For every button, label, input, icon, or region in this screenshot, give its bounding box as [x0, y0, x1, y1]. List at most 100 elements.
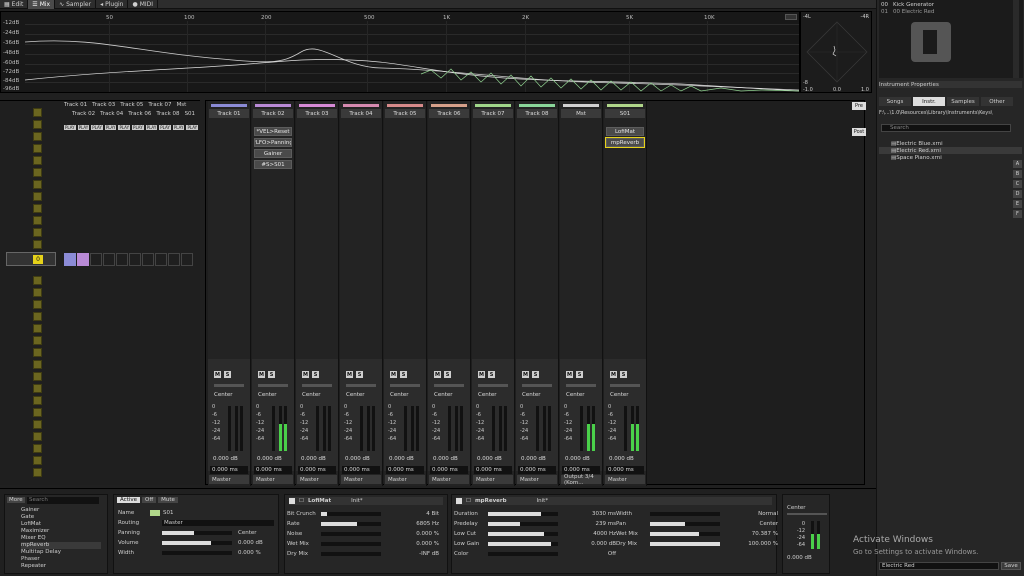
- mute-button[interactable]: M: [258, 371, 265, 378]
- device-list-item[interactable]: Mixer EQ: [21, 535, 101, 542]
- routing-select[interactable]: Master: [341, 475, 381, 484]
- pan-slider[interactable]: [610, 384, 640, 387]
- mute-button[interactable]: M: [302, 371, 309, 378]
- device-list-item[interactable]: Multitap Delay: [21, 549, 101, 556]
- device-slot[interactable]: *VEL>Reset: [254, 127, 292, 136]
- routing-select[interactable]: Master: [605, 475, 645, 484]
- fader-track[interactable]: [492, 406, 495, 451]
- solo-button[interactable]: S: [532, 371, 539, 378]
- solo-button[interactable]: S: [312, 371, 319, 378]
- param-slider[interactable]: [488, 552, 558, 556]
- play-button[interactable]: PLAY: [104, 125, 117, 130]
- solo-button[interactable]: S: [444, 371, 451, 378]
- save-button[interactable]: Save: [1001, 562, 1021, 570]
- tab-samples[interactable]: Samples: [947, 97, 979, 106]
- param-slider[interactable]: [321, 552, 381, 556]
- fader-track[interactable]: [624, 406, 627, 451]
- routing-select[interactable]: Master: [253, 475, 293, 484]
- pan-slider[interactable]: [214, 384, 244, 387]
- instrument-item[interactable]: 01 00 Electric Red: [881, 8, 1021, 15]
- delay-field[interactable]: 0.000 ms: [210, 466, 248, 474]
- track-name[interactable]: Mst: [561, 109, 601, 118]
- scrollbar[interactable]: [1013, 0, 1019, 78]
- param-slider[interactable]: [488, 522, 558, 526]
- track-name[interactable]: Track 05: [385, 109, 425, 118]
- fader-track[interactable]: [272, 406, 275, 451]
- device-list-item[interactable]: Maximizer: [21, 528, 101, 535]
- more-button[interactable]: More: [7, 497, 25, 503]
- solo-button[interactable]: S: [576, 371, 583, 378]
- delay-field[interactable]: 0.000 ms: [430, 466, 468, 474]
- param-slider[interactable]: [650, 532, 720, 536]
- device-list-item[interactable]: LofiMat: [21, 521, 101, 528]
- delay-field[interactable]: 0.000 ms: [474, 466, 512, 474]
- mute-button[interactable]: M: [478, 371, 485, 378]
- mute-button[interactable]: M: [434, 371, 441, 378]
- mute-button[interactable]: M: [566, 371, 573, 378]
- track-name[interactable]: Track 04: [341, 109, 381, 118]
- play-button[interactable]: PLAY: [159, 125, 171, 130]
- tab-sampler[interactable]: ∿ Sampler: [55, 0, 97, 9]
- pre-button[interactable]: Pre: [852, 102, 866, 110]
- pan-slider[interactable]: [522, 384, 552, 387]
- param-slider[interactable]: [650, 522, 720, 526]
- delay-field[interactable]: 0.000 ms: [342, 466, 380, 474]
- spectrum-menu-button[interactable]: [785, 14, 797, 20]
- routing-select[interactable]: Master: [209, 475, 249, 484]
- track-name[interactable]: Track 07: [473, 109, 513, 118]
- tab-plugin[interactable]: ◂ Plugin: [96, 0, 129, 9]
- file-item[interactable]: ▤ Electric Red.xrni: [879, 147, 1022, 154]
- tab-edit[interactable]: ▦ Edit: [0, 0, 29, 9]
- fader-track[interactable]: [580, 406, 583, 451]
- letter-button-c[interactable]: C: [1013, 180, 1022, 188]
- device-list-item[interactable]: Repeater: [21, 563, 101, 570]
- routing-select[interactable]: Master: [297, 475, 337, 484]
- file-item[interactable]: ▤ Space Piano.xrni: [879, 154, 1022, 161]
- device-search-input[interactable]: Search: [27, 497, 99, 504]
- tab-instruments[interactable]: Instr.: [913, 97, 945, 106]
- mute-button[interactable]: M: [610, 371, 617, 378]
- param-slider[interactable]: [650, 542, 720, 546]
- mute-button[interactable]: M: [390, 371, 397, 378]
- routing-select[interactable]: Master: [162, 520, 274, 526]
- track-name[interactable]: Track 03: [297, 109, 337, 118]
- fader-track[interactable]: [404, 406, 407, 451]
- browser-search-input[interactable]: Search: [881, 124, 1011, 132]
- post-button[interactable]: Post: [852, 128, 866, 136]
- param-slider[interactable]: [321, 542, 381, 546]
- device-slot[interactable]: LofiMat: [606, 127, 644, 136]
- pattern-position[interactable]: 0: [6, 252, 56, 266]
- track-name[interactable]: Track 02: [253, 109, 293, 118]
- play-button[interactable]: PLAY: [132, 125, 144, 130]
- routing-select[interactable]: Master: [385, 475, 425, 484]
- track-name[interactable]: Track 08: [517, 109, 557, 118]
- mute-button[interactable]: Mute: [158, 497, 178, 503]
- param-slider[interactable]: [488, 542, 558, 546]
- device-slot[interactable]: Gainer: [254, 149, 292, 158]
- fader-track[interactable]: [228, 406, 231, 451]
- routing-select[interactable]: Master: [429, 475, 469, 484]
- color-swatch[interactable]: [150, 510, 160, 516]
- pan-slider[interactable]: [346, 384, 376, 387]
- letter-button-f[interactable]: F: [1013, 210, 1022, 218]
- delay-field[interactable]: 0.000 ms: [606, 466, 644, 474]
- close-icon[interactable]: [289, 498, 295, 504]
- pan-slider[interactable]: [390, 384, 420, 387]
- play-button[interactable]: PLAY: [186, 125, 199, 130]
- tab-other[interactable]: Other: [981, 97, 1013, 106]
- close-icon[interactable]: [456, 498, 462, 504]
- letter-button-a[interactable]: A: [1013, 160, 1022, 168]
- browser-path[interactable]: F:\...\1.0\Resources\Library\Instruments…: [879, 109, 1022, 116]
- device-enable-checkbox[interactable]: ☐: [299, 498, 304, 504]
- delay-field[interactable]: 0.000 ms: [386, 466, 424, 474]
- letter-button-d[interactable]: D: [1013, 190, 1022, 198]
- solo-button[interactable]: S: [488, 371, 495, 378]
- param-slider[interactable]: [321, 532, 381, 536]
- delay-field[interactable]: 0.000 ms: [254, 466, 292, 474]
- device-enable-checkbox[interactable]: ☐: [466, 498, 471, 504]
- play-button[interactable]: PLAY: [64, 125, 76, 130]
- active-button[interactable]: Active: [117, 497, 141, 503]
- tab-songs[interactable]: Songs: [879, 97, 911, 106]
- pan-slider[interactable]: [258, 384, 288, 387]
- track-name[interactable]: Track 06: [429, 109, 469, 118]
